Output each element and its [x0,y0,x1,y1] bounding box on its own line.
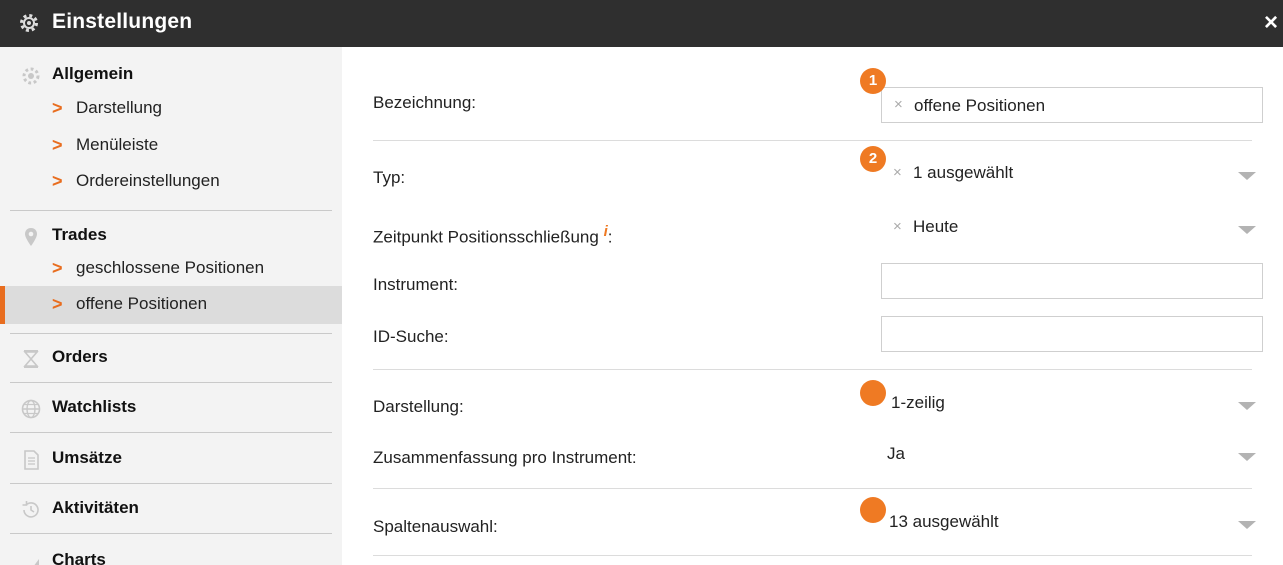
chevron-down-icon [1238,226,1256,234]
zusammenfassung-label: Zusammenfassung pro Instrument: [373,448,637,467]
sidebar-divider [10,333,332,334]
section-divider [373,555,1252,556]
sidebar-item-geschlossene-positionen[interactable]: > geschlossene Positionen [0,258,342,284]
sidebar-divider [10,210,332,211]
darstellung-select[interactable]: 1-zeilig [881,390,1263,420]
bezeichnung-field[interactable]: × offene Positionen [881,87,1263,123]
step-badge-2: 2 [860,146,886,172]
chevron-down-icon [1238,402,1256,410]
section-divider [373,369,1252,370]
sidebar-group-trades[interactable]: Trades [0,225,342,249]
clear-icon[interactable]: × [893,164,902,181]
step-badge-4 [860,497,886,523]
chevron-right-icon: > [52,258,63,278]
settings-form: Bezeichnung: × offene Positionen 1 Typ: … [342,47,1283,565]
gear-icon [22,67,40,85]
chevron-right-icon: > [52,294,63,314]
spaltenauswahl-select[interactable]: 13 ausgewählt [881,509,1263,539]
sidebar-divider [10,483,332,484]
sidebar-group-label: Trades [52,225,107,244]
chevron-right-icon: > [52,135,63,155]
step-badge-1: 1 [860,68,886,94]
sidebar-group-label: Umsätze [52,448,122,467]
zeitpunkt-label-text: Zeitpunkt Positionsschließung [373,227,599,247]
sidebar-item-label: offene Positionen [76,294,208,313]
sidebar-group-label: Allgemein [52,64,134,83]
sidebar-item-label: Ordereinstellungen [76,171,220,190]
close-icon[interactable]: × [1264,9,1278,37]
zusammenfassung-value: Ja [887,444,905,463]
sidebar-item-label: Darstellung [76,98,162,117]
title-bar: Einstellungen × [0,0,1283,47]
sidebar-item-menueleiste[interactable]: > Menüleiste [0,135,342,161]
sidebar-group-charts[interactable]: Charts [0,550,342,565]
sidebar-divider [10,533,332,534]
section-divider [373,140,1252,141]
sidebar-group-orders[interactable]: Orders [0,347,342,371]
section-divider [373,488,1252,489]
bezeichnung-label: Bezeichnung: [373,93,477,112]
sidebar-group-aktivitaeten[interactable]: Aktivitäten [0,498,342,522]
sidebar-group-label: Orders [52,347,108,366]
chevron-right-icon: > [52,98,63,118]
sidebar-divider [10,382,332,383]
spaltenauswahl-value: 13 ausgewählt [889,512,999,531]
clear-icon[interactable]: × [893,218,902,235]
zeitpunkt-select[interactable]: × Heute [881,214,1263,244]
sidebar-divider [10,432,332,433]
instrument-label: Instrument: [373,275,459,294]
sidebar-item-label: geschlossene Positionen [76,258,265,277]
spaltenauswahl-label: Spaltenauswahl: [373,517,498,536]
sidebar-group-watchlists[interactable]: Watchlists [0,397,342,421]
hourglass-icon [23,350,39,368]
pin-icon [25,228,37,246]
chevron-down-icon [1238,521,1256,529]
active-indicator [0,286,5,324]
typ-select[interactable]: × 1 ausgewählt [881,160,1263,190]
clear-icon[interactable]: × [894,96,903,113]
history-icon [22,501,39,518]
chevron-down-icon [1238,453,1256,461]
darstellung-value: 1-zeilig [891,393,945,412]
instrument-input[interactable] [881,263,1263,299]
sidebar-group-label: Aktivitäten [52,498,139,517]
id-suche-label: ID-Suche: [373,327,449,346]
chart-icon [30,559,39,565]
step-badge-3 [860,380,886,406]
document-icon [24,450,39,470]
sidebar-group-umsaetze[interactable]: Umsätze [0,448,342,472]
typ-label: Typ: [373,168,406,187]
window-title: Einstellungen [52,10,193,33]
sidebar-item-ordereinstellungen[interactable]: > Ordereinstellungen [0,171,342,197]
zeitpunkt-value: Heute [913,217,959,236]
gear-icon [20,14,38,32]
zeitpunkt-label-suffix: : [607,227,613,247]
sidebar-group-allgemein[interactable]: Allgemein [0,64,342,88]
sidebar-item-offene-positionen[interactable]: > offene Positionen [0,286,342,324]
typ-value: 1 ausgewählt [913,163,1014,182]
settings-sidebar: Allgemein > Darstellung > Menüleiste > O… [0,47,342,565]
zusammenfassung-select[interactable]: Ja [881,441,1263,471]
darstellung-label: Darstellung: [373,397,464,416]
chevron-down-icon [1238,172,1256,180]
bezeichnung-value: offene Positionen [914,96,1046,115]
sidebar-item-label: Menüleiste [76,135,159,154]
globe-icon [21,399,41,419]
zeitpunkt-label: Zeitpunkt Positionsschließung i: [373,223,612,248]
id-suche-input[interactable] [881,316,1263,352]
sidebar-group-label: Charts [52,550,106,565]
sidebar-group-label: Watchlists [52,397,137,416]
chevron-right-icon: > [52,171,63,191]
sidebar-item-darstellung[interactable]: > Darstellung [0,98,342,124]
